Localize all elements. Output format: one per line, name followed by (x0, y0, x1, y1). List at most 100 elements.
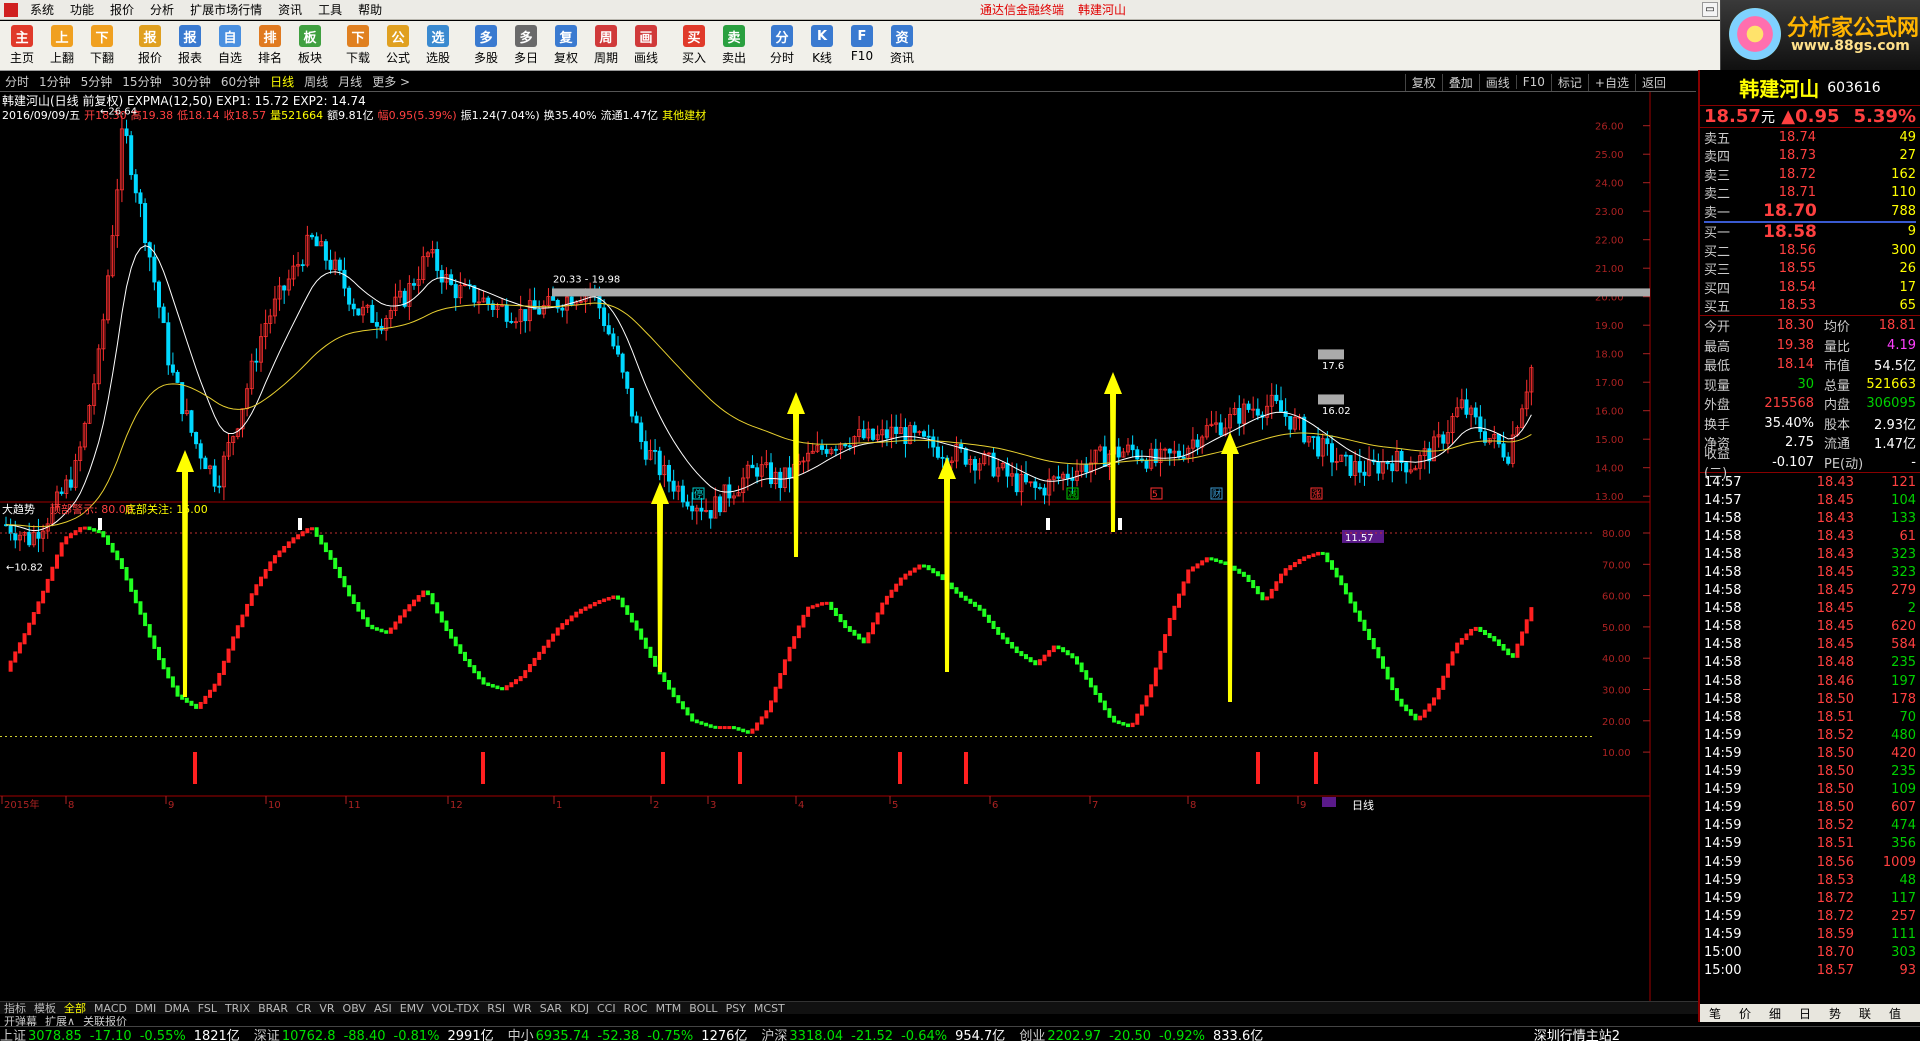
indicator-tab-10[interactable]: VR (315, 1002, 338, 1015)
scroll-indicator[interactable] (1322, 797, 1336, 807)
event-tag[interactable]: 减 (1068, 488, 1077, 500)
ask-row[interactable]: 卖二 18.71 110 (1700, 184, 1920, 202)
ask-row[interactable]: 卖三 18.72 162 (1700, 165, 1920, 184)
toolbar-select-stock-button[interactable]: 选选股 (418, 21, 458, 71)
event-tag[interactable]: 财 (1212, 488, 1221, 500)
index-0[interactable]: 上证 3078.85 -17.10 -0.55% 1821亿 (0, 1025, 240, 1041)
toolbar-buy-button[interactable]: 买买入 (674, 21, 714, 71)
menu-item-3[interactable]: 分析 (142, 0, 182, 20)
period-tab-7[interactable]: 周线 (299, 73, 333, 90)
bid-row[interactable]: 买四 18.54 17 (1700, 278, 1920, 297)
event-tag[interactable]: 5 (1152, 490, 1158, 500)
index-2[interactable]: 中小 6935.74 -52.38 -0.75% 1276亿 (508, 1025, 748, 1041)
quote-tab-3[interactable]: 日 (1790, 1005, 1820, 1022)
toolbar-formula-button[interactable]: 公公式 (378, 21, 418, 71)
toolbar-block-button[interactable]: 板板块 (290, 21, 330, 71)
bid-row[interactable]: 买五 18.53 65 (1700, 297, 1920, 315)
quote-tab-0[interactable]: 笔 (1700, 1005, 1730, 1022)
index-1[interactable]: 深证 10762.8 -88.40 -0.81% 2991亿 (254, 1025, 494, 1041)
period-tab-1[interactable]: 1分钟 (34, 73, 76, 90)
toolbar-f10-button[interactable]: F F10 (842, 21, 882, 71)
toolbar-restore-button[interactable]: 复复权 (546, 21, 586, 71)
indicator-tab-14[interactable]: VOL-TDX (428, 1002, 484, 1015)
quote-tab-6[interactable]: 值 (1880, 1005, 1910, 1022)
toolbar-kline-button[interactable]: K K线 (802, 21, 842, 71)
quote-tab-4[interactable]: 势 (1820, 1005, 1850, 1022)
quote-tab-2[interactable]: 细 (1760, 1005, 1790, 1022)
ask-row[interactable]: 卖四 18.73 27 (1700, 147, 1920, 165)
toolbar-sell-button[interactable]: 卖卖出 (714, 21, 754, 71)
chart-tool-6[interactable]: 返回 (1634, 73, 1672, 91)
menu-item-0[interactable]: 系统 (22, 0, 62, 20)
indicator-tab-9[interactable]: CR (292, 1002, 315, 1015)
toolbar-news-button[interactable]: 资资讯 (882, 21, 922, 71)
index-3[interactable]: 沪深 3318.04 -21.52 -0.64% 954.7亿 (761, 1025, 1005, 1041)
indicator-tab-6[interactable]: FSL (194, 1002, 221, 1015)
period-tab-8[interactable]: 月线 (333, 73, 367, 90)
toolbar-clock-button[interactable]: 多多日 (506, 21, 546, 71)
event-tag[interactable]: 停 (694, 488, 703, 500)
toolbar-multi-stock-button[interactable]: 多多股 (466, 21, 506, 71)
chart-tool-2[interactable]: 画线 (1478, 73, 1516, 91)
menu-item-7[interactable]: 帮助 (350, 0, 390, 20)
period-tab-2[interactable]: 5分钟 (76, 73, 118, 90)
indicator-tab-7[interactable]: TRIX (221, 1002, 254, 1015)
indicator-tab-4[interactable]: DMI (131, 1002, 160, 1015)
toolbar-arrow-down-button[interactable]: 下下翻 (82, 21, 122, 71)
tick-list[interactable]: 14:57 18.43 121 14:57 18.45 104 14:58 18.43 133 1… (1700, 473, 1920, 980)
indicator-tab-18[interactable]: KDJ (566, 1002, 593, 1015)
toolbar-yen-button[interactable]: 报报价 (130, 21, 170, 71)
toolbar-report-button[interactable]: 报报表 (170, 21, 210, 71)
indicator-tab-16[interactable]: WR (509, 1002, 536, 1015)
period-tab-6[interactable]: 日线 (265, 73, 299, 90)
ask-row[interactable]: 卖五 18.74 49 (1700, 128, 1920, 147)
quote-tab-1[interactable]: 价 (1730, 1005, 1760, 1022)
toolbar-draw-line-button[interactable]: 画画线 (626, 21, 666, 71)
indicator-tab-24[interactable]: MCST (750, 1002, 789, 1015)
toolbar-timeshare-button[interactable]: 分分时 (762, 21, 802, 71)
chart-tool-1[interactable]: 叠加 (1441, 73, 1479, 91)
indicator-tab-22[interactable]: BOLL (685, 1002, 721, 1015)
bid-row[interactable]: 买一 18.58 9 (1700, 222, 1920, 242)
period-tab-4[interactable]: 30分钟 (167, 73, 216, 90)
event-tag[interactable]: 涨 (1312, 489, 1321, 500)
kline-chart[interactable]: 韩建河山(日线 前复权) EXPMA(12,50) EXP1: 15.72 EX… (0, 92, 1698, 1014)
menu-item-2[interactable]: 报价 (102, 0, 142, 20)
restore-icon[interactable]: ▭ (1702, 2, 1718, 17)
indicator-tab-15[interactable]: RSI (483, 1002, 509, 1015)
menu-item-5[interactable]: 资讯 (270, 0, 310, 20)
indicator-tab-17[interactable]: SAR (536, 1002, 566, 1015)
toolbar-arrow-up-button[interactable]: 上上翻 (42, 21, 82, 71)
period-tab-0[interactable]: 分时 (0, 73, 34, 90)
quote-tab-5[interactable]: 联 (1850, 1005, 1880, 1022)
period-tab-3[interactable]: 15分钟 (117, 73, 166, 90)
bid-row[interactable]: 买三 18.55 26 (1700, 260, 1920, 278)
period-tab-9[interactable]: 更多 > (367, 73, 415, 90)
index-4[interactable]: 创业 2202.97 -20.50 -0.92% 833.6亿 (1019, 1025, 1263, 1041)
indicator-tab-20[interactable]: ROC (620, 1002, 652, 1015)
toolbar-rank-button[interactable]: 排排名 (250, 21, 290, 71)
period-tab-5[interactable]: 60分钟 (216, 73, 265, 90)
indicator-tab-5[interactable]: DMA (160, 1002, 194, 1015)
server-name[interactable]: 深圳行情主站2 (1534, 1025, 1620, 1041)
chart-tool-0[interactable]: 复权 (1404, 73, 1442, 91)
indicator-tab-8[interactable]: BRAR (254, 1002, 292, 1015)
indicator-tab-12[interactable]: ASI (370, 1002, 396, 1015)
chart-tool-4[interactable]: 标记 (1550, 73, 1588, 91)
toolbar-f6-button[interactable]: 自自选 (210, 21, 250, 71)
indicator-tab-19[interactable]: CCI (593, 1002, 620, 1015)
toolbar-f8-button[interactable]: 周周期 (586, 21, 626, 71)
indicator-tab-13[interactable]: EMV (396, 1002, 428, 1015)
menu-item-1[interactable]: 功能 (62, 0, 102, 20)
indicator-tab-23[interactable]: PSY (722, 1002, 750, 1015)
indicator-tab-21[interactable]: MTM (652, 1002, 686, 1015)
chart-tool-3[interactable]: F10 (1515, 75, 1551, 89)
chart-tool-5[interactable]: +自选 (1587, 73, 1635, 91)
ask-row[interactable]: 卖一 18.70 788 (1700, 201, 1920, 221)
toolbar-download-button[interactable]: 下下载 (338, 21, 378, 71)
toolbar-home-button[interactable]: 主主页 (2, 21, 42, 71)
indicator-tab-11[interactable]: OBV (339, 1002, 370, 1015)
menu-item-6[interactable]: 工具 (310, 0, 350, 20)
menu-item-4[interactable]: 扩展市场行情 (182, 0, 270, 20)
bid-row[interactable]: 买二 18.56 300 (1700, 241, 1920, 260)
